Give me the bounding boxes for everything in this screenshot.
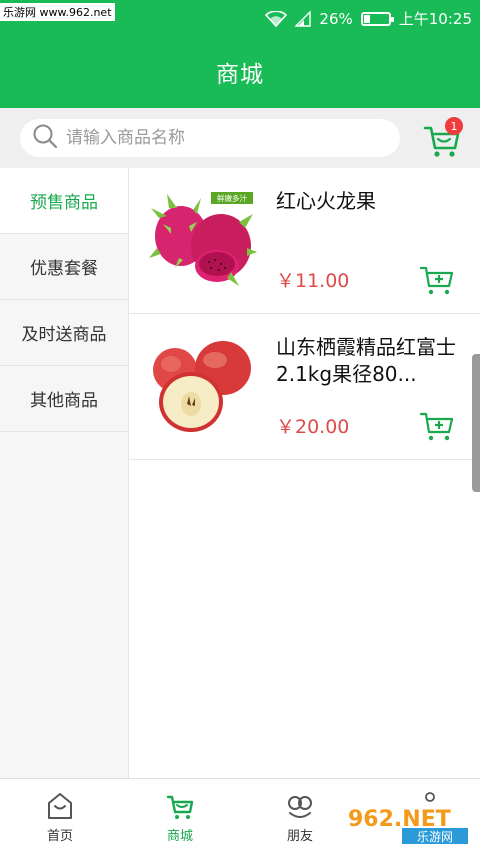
battery-icon — [360, 11, 394, 26]
product-list: 鲜嫩多汁 红心火龙果 ￥11.00 山东栖霞精品红富士2.1kg果径80... … — [129, 168, 480, 460]
add-to-cart-icon — [419, 412, 454, 441]
cart-icon — [166, 795, 194, 819]
battery-percent: 26% — [319, 9, 353, 28]
category-item-combo-deal[interactable]: 优惠套餐 — [0, 234, 128, 300]
page-title: 商城 — [216, 62, 264, 88]
product-name: 红心火龙果 — [276, 189, 376, 213]
category-item-presale[interactable]: 预售商品 — [0, 168, 128, 234]
search-input[interactable] — [66, 128, 366, 148]
status-bar: 乐游网 www.962.net 26% 上午10:25 — [0, 0, 480, 36]
site-watermark-logo: 962.NET 乐游网 — [338, 800, 474, 848]
category-item-other[interactable]: 其他商品 — [0, 366, 128, 432]
product-name: 山东栖霞精品红富士2.1kg果径80... — [276, 335, 456, 386]
tab-label: 朋友 — [286, 829, 313, 844]
product-image-tag: 鲜嫩多汁 — [217, 193, 247, 203]
scroll-handle[interactable] — [472, 354, 480, 492]
product-card[interactable]: 山东栖霞精品红富士2.1kg果径80... ￥20.00 — [129, 314, 480, 460]
home-bag-icon — [48, 793, 72, 819]
battery-fill — [363, 14, 370, 23]
add-to-cart-button[interactable] — [419, 410, 455, 442]
app-header: 商城 — [0, 36, 480, 108]
clock: 上午10:25 — [398, 10, 472, 28]
watermark-label: 乐游网 www.962.net — [0, 3, 115, 21]
dragon-fruit-image: 鲜嫩多汁 — [149, 188, 257, 296]
tab-home[interactable]: 首页 — [0, 779, 120, 852]
add-to-cart-icon — [419, 266, 454, 295]
search-row — [0, 108, 480, 168]
category-sidebar: 预售商品 优惠套餐 及时送商品 其他商品 — [0, 168, 129, 778]
product-price: ￥20.00 — [276, 416, 350, 438]
wifi-icon — [265, 10, 288, 27]
cart-badge: 1 — [445, 117, 463, 135]
tab-label: 商城 — [166, 829, 193, 844]
search-box[interactable] — [20, 119, 400, 157]
category-item-instant-delivery[interactable]: 及时送商品 — [0, 300, 128, 366]
friends-icon — [288, 796, 312, 818]
search-icon — [32, 123, 58, 153]
add-to-cart-button[interactable] — [419, 264, 455, 296]
tab-label: 首页 — [46, 829, 73, 844]
product-price: ￥11.00 — [276, 270, 350, 292]
red-apple-image — [149, 334, 257, 442]
product-card[interactable]: 鲜嫩多汁 红心火龙果 ￥11.00 — [129, 168, 480, 314]
logo-subtext: 乐游网 — [417, 830, 453, 844]
signal-icon — [295, 10, 312, 27]
status-indicators: 26% 上午10:25 — [265, 8, 472, 29]
tab-mall[interactable]: 商城 — [120, 779, 240, 852]
